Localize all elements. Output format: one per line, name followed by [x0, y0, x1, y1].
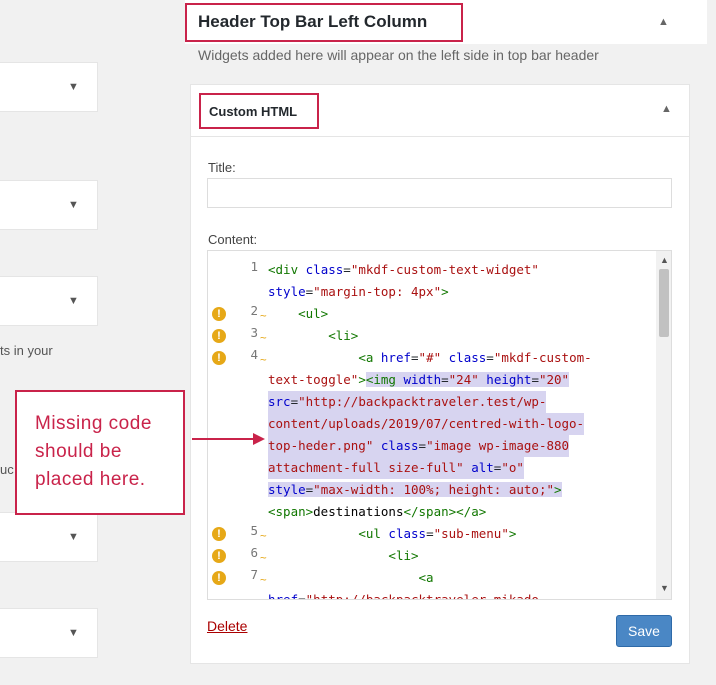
left-widget-box-4[interactable]: ▼ [0, 512, 98, 562]
code-text: attachment-full size-full" alt="o" [268, 457, 524, 479]
chevron-down-icon[interactable]: ▼ [68, 627, 79, 639]
scroll-down-icon[interactable]: ▼ [660, 583, 669, 593]
title-input[interactable] [207, 178, 672, 208]
content-label: Content: [208, 232, 258, 247]
code-text: <span>destinations</span></a> [268, 504, 487, 519]
code-line: style="margin-top: 4px"> [208, 281, 656, 303]
code-line: href="http://backpacktraveler.mikado- [208, 589, 656, 600]
code-editor[interactable]: 1 <div class="mkdf-custom-text-widget" s… [207, 250, 672, 600]
warning-squiggle: ~ [260, 353, 267, 366]
code-text: style="max-width: 100%; height: auto;"> [268, 482, 562, 497]
line-number: 1 [250, 259, 258, 274]
warning-squiggle: ~ [260, 573, 267, 586]
code-content[interactable]: 1 <div class="mkdf-custom-text-widget" s… [208, 251, 656, 600]
warning-icon[interactable]: ! [212, 549, 226, 563]
code-line: top-heder.png" class="image wp-image-880 [208, 435, 656, 457]
left-widget-box-1[interactable]: ▼ [0, 62, 98, 112]
editor-scrollbar[interactable]: ▲ ▼ [656, 251, 671, 599]
collapse-icon[interactable]: ▲ [661, 103, 672, 115]
code-text: style="margin-top: 4px"> [268, 284, 449, 299]
code-line: ! 5 ~ <ul class="sub-menu"> [208, 523, 656, 545]
widget-header[interactable]: Custom HTML ▲ [191, 85, 689, 137]
widget-area-title[interactable]: Header Top Bar Left Column [185, 3, 463, 42]
code-text: <a href="#" class="mkdf-custom- [358, 350, 592, 365]
code-text: <li> [328, 328, 359, 343]
line-number: 4 [250, 347, 258, 362]
warning-squiggle: ~ [260, 529, 267, 542]
warning-icon[interactable]: ! [212, 571, 226, 585]
code-text: <li> [388, 548, 419, 563]
code-text: text-toggle"><img width="24" height="20" [268, 372, 570, 387]
code-text: <ul class="sub-menu"> [358, 526, 517, 541]
widget-area-description: Widgets added here will appear on the le… [198, 47, 599, 63]
arrow-head-icon [253, 433, 265, 445]
code-line: text-toggle"><img width="24" height="20" [208, 369, 656, 391]
code-line: style="max-width: 100%; height: auto;"> [208, 479, 656, 501]
code-line: content/uploads/2019/07/centred-with-log… [208, 413, 656, 435]
left-widget-box-2[interactable]: ▼ [0, 180, 98, 230]
scroll-up-icon[interactable]: ▲ [660, 255, 669, 265]
code-text: top-heder.png" class="image wp-image-880 [268, 435, 570, 457]
warning-squiggle: ~ [260, 551, 267, 564]
warning-icon[interactable]: ! [212, 351, 226, 365]
chevron-down-icon[interactable]: ▼ [68, 531, 79, 543]
code-line: attachment-full size-full" alt="o" [208, 457, 656, 479]
code-line: <span>destinations</span></a> [208, 501, 656, 523]
scrollbar-thumb[interactable] [659, 269, 669, 337]
chevron-down-icon[interactable]: ▼ [68, 199, 79, 211]
warning-icon[interactable]: ! [212, 307, 226, 321]
warning-icon[interactable]: ! [212, 329, 226, 343]
line-number: 3 [250, 325, 258, 340]
title-label: Title: [208, 160, 236, 175]
code-text: <div class="mkdf-custom-text-widget" [268, 262, 539, 277]
code-text: <a [418, 570, 434, 585]
code-text: <ul> [298, 306, 329, 321]
code-line: 1 <div class="mkdf-custom-text-widget" [208, 259, 656, 281]
line-number: 7 [250, 567, 258, 582]
left-widget-box-5[interactable]: ▼ [0, 608, 98, 658]
left-widget-box-3[interactable]: ▼ [0, 276, 98, 326]
code-line: ! 3 ~ <li> [208, 325, 656, 347]
line-number: 5 [250, 523, 258, 538]
annotation-callout: Missing code should be placed here. [15, 390, 185, 515]
chevron-down-icon[interactable]: ▼ [68, 295, 79, 307]
code-text: href="http://backpacktraveler.mikado- [268, 592, 547, 600]
code-line: src="http://backpacktraveler.test/wp- [208, 391, 656, 413]
code-line: ! 4 ~ <a href="#" class="mkdf-custom- [208, 347, 656, 369]
line-number: 2 [250, 303, 258, 318]
line-number: 6 [250, 545, 258, 560]
collapse-icon[interactable]: ▲ [658, 16, 669, 28]
left-description-fragment-2: uc [0, 462, 14, 477]
code-line: ! 7 ~ <a [208, 567, 656, 589]
code-line: ! 6 ~ <li> [208, 545, 656, 567]
chevron-down-icon[interactable]: ▼ [68, 81, 79, 93]
widget-title[interactable]: Custom HTML [199, 93, 319, 129]
code-text: src="http://backpacktraveler.test/wp- [268, 391, 547, 413]
delete-link[interactable]: Delete [207, 618, 247, 634]
annotation-arrow [192, 438, 256, 440]
warning-squiggle: ~ [260, 309, 267, 322]
code-text: content/uploads/2019/07/centred-with-log… [268, 413, 585, 435]
save-button[interactable]: Save [616, 615, 672, 647]
warning-icon[interactable]: ! [212, 527, 226, 541]
warning-squiggle: ~ [260, 331, 267, 344]
left-description-fragment: ts in your [0, 343, 53, 358]
code-line: ! 2 ~ <ul> [208, 303, 656, 325]
